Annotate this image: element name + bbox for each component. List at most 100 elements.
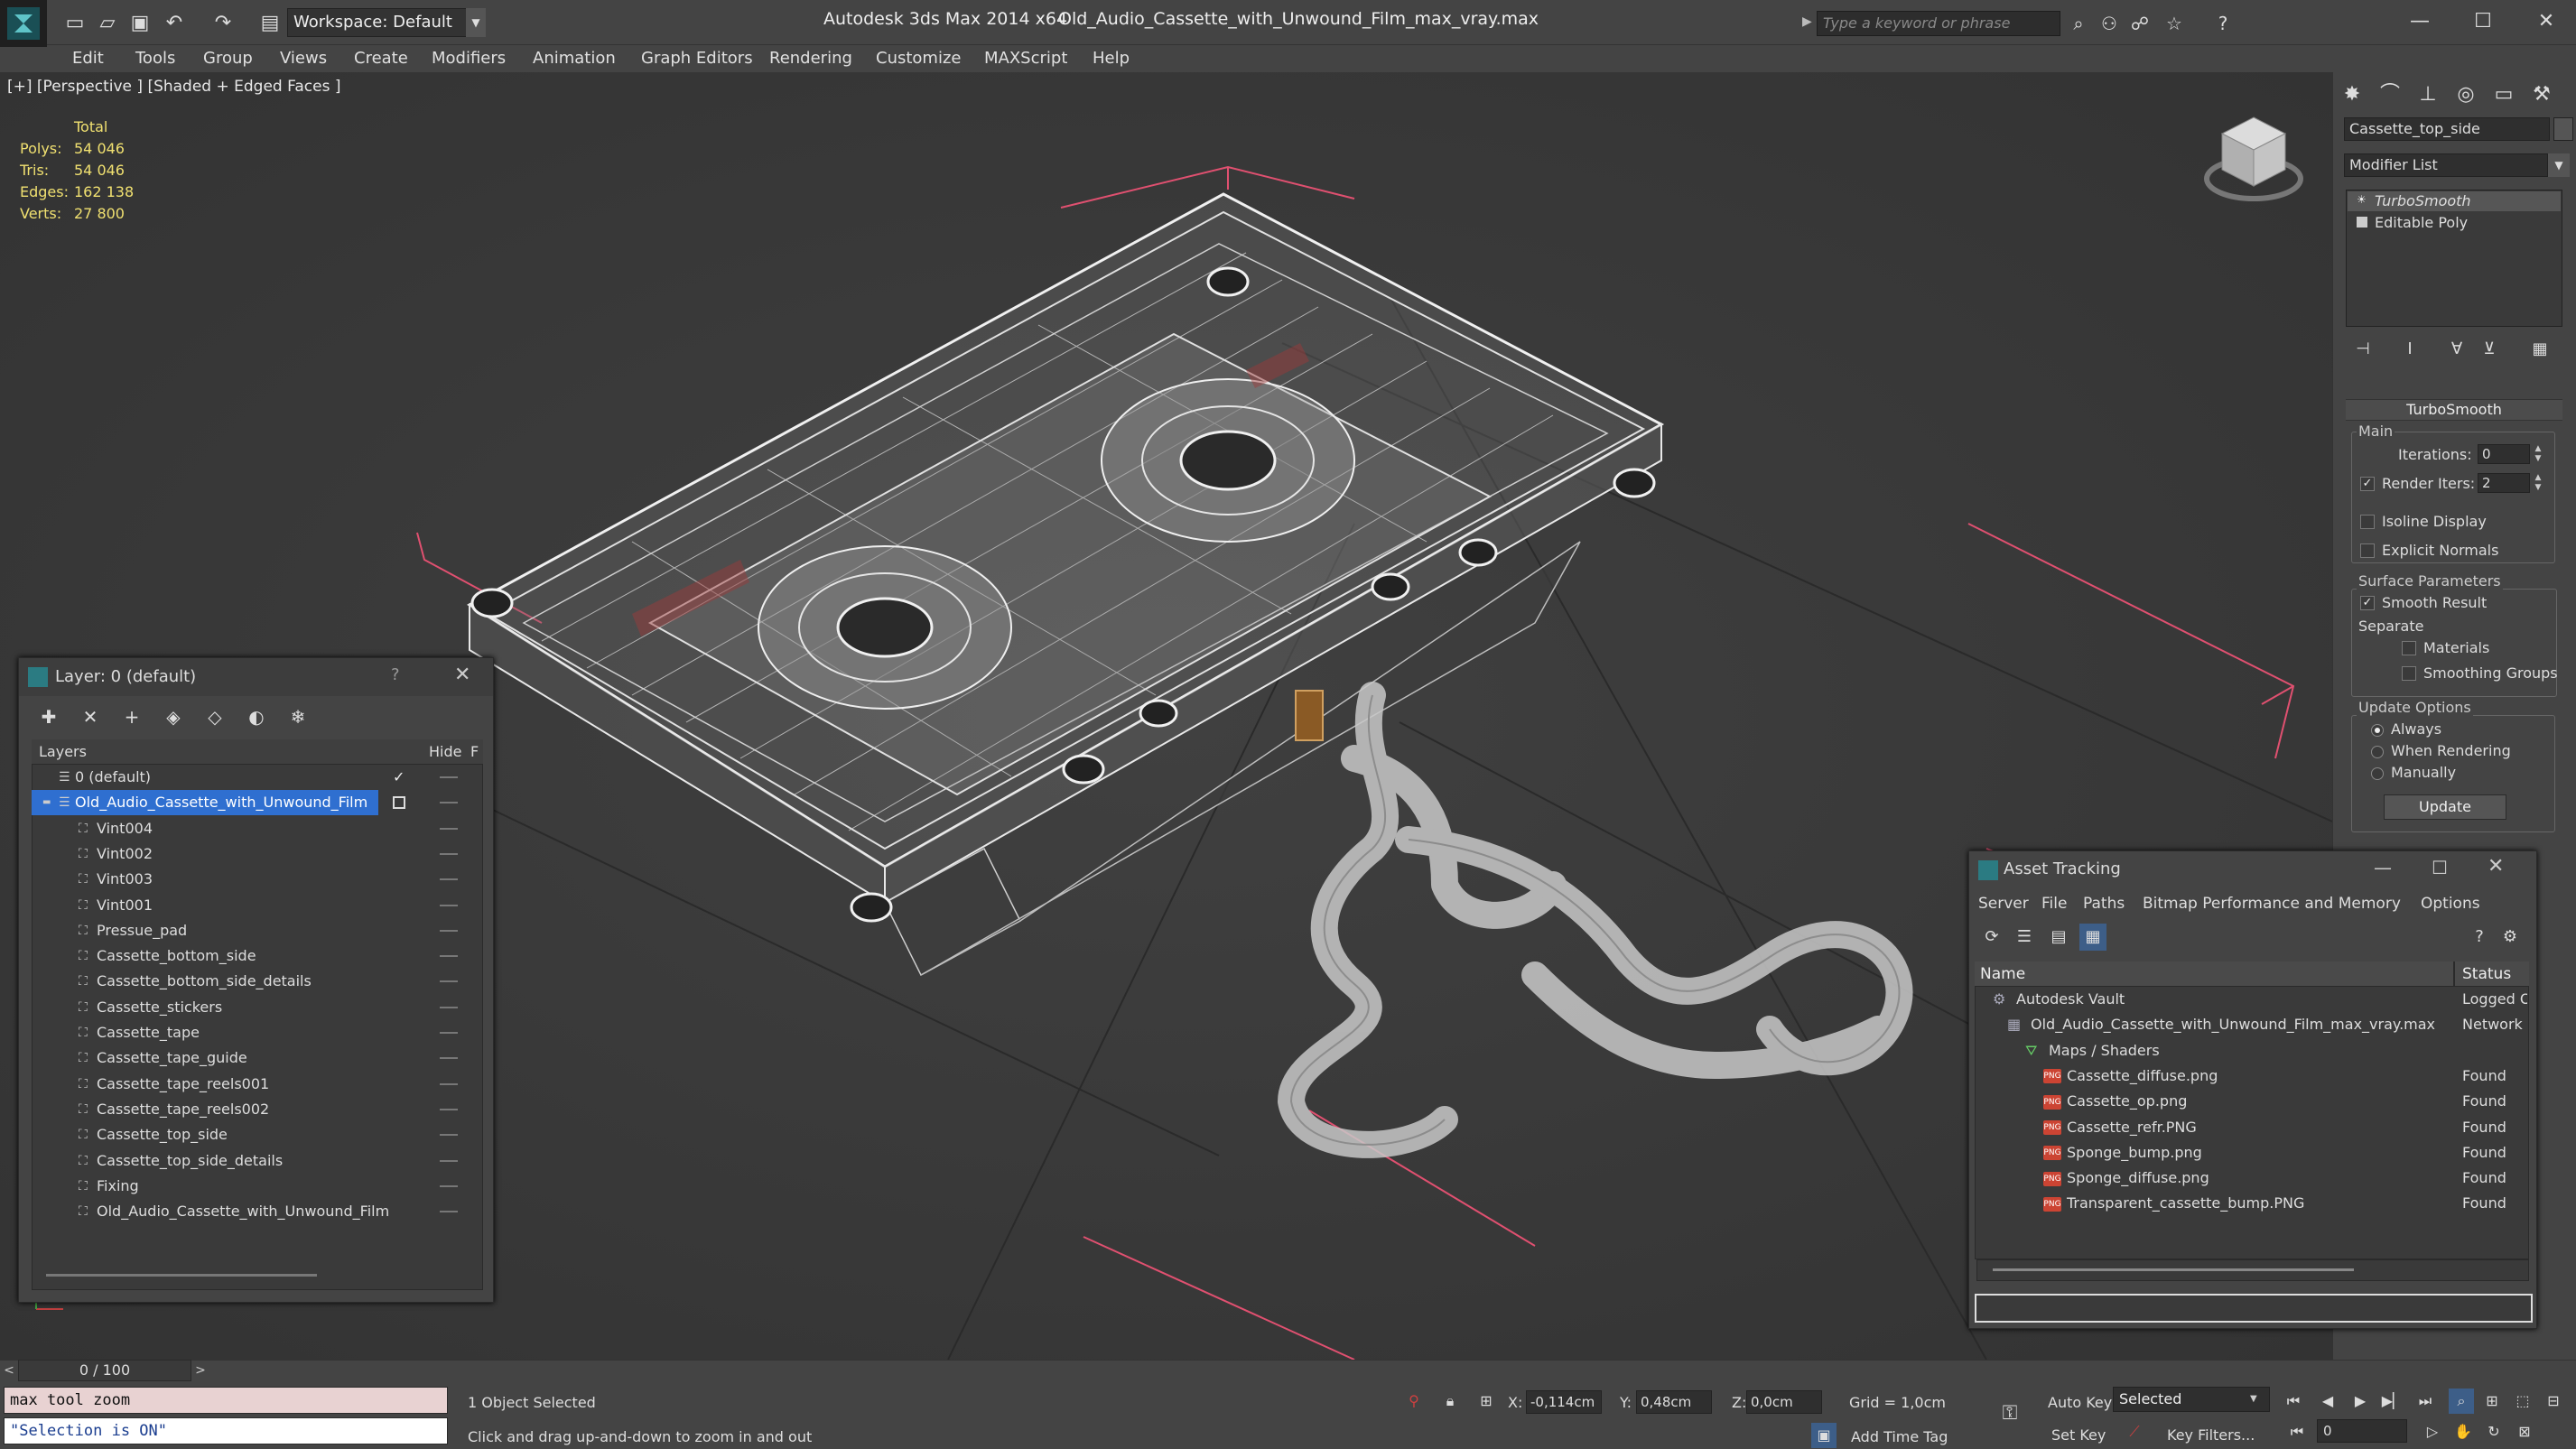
- asset-row[interactable]: ⚙ Autodesk Vault Logged O: [1975, 987, 2529, 1012]
- iterations-spinner[interactable]: 0: [2478, 444, 2530, 464]
- smoothing-groups-checkbox[interactable]: [2402, 666, 2416, 681]
- refresh-icon[interactable]: ⟳: [1978, 924, 2005, 951]
- key-set-dropdown[interactable]: Selected: [2113, 1387, 2270, 1412]
- chevron-down-icon[interactable]: ▼: [2548, 153, 2570, 177]
- horizontal-scrollbar[interactable]: [46, 1274, 317, 1277]
- layer-row[interactable]: ☰ ▬ Old_Audio_Cassette_with_Unwound_Film: [32, 790, 458, 816]
- details-view-icon[interactable]: ▤: [2045, 924, 2072, 951]
- redo-icon[interactable]: ↷: [208, 7, 238, 38]
- menu-views[interactable]: Views: [280, 45, 327, 72]
- asset-row[interactable]: PNG Sponge_diffuse.png Found: [1975, 1166, 2529, 1191]
- highlight-selected-icon[interactable]: ◇: [200, 703, 230, 730]
- column-hide[interactable]: Hide: [429, 743, 461, 760]
- select-objects-icon[interactable]: ◈: [158, 703, 189, 730]
- workspace-dropdown[interactable]: Workspace: Default: [287, 8, 486, 37]
- asset-row[interactable]: ⛛ Maps / Shaders: [1975, 1038, 2529, 1064]
- freeze-all-layers-icon[interactable]: ❄: [283, 703, 313, 730]
- hide-toggle[interactable]: [440, 1211, 458, 1213]
- key-mode-toggle-icon[interactable]: ⏮: [2284, 1419, 2310, 1444]
- layer-row[interactable]: ⛶ Vint002: [32, 841, 483, 867]
- search-expand-icon[interactable]: ▶: [1802, 14, 1812, 29]
- settings-icon[interactable]: ⚙: [2497, 924, 2524, 951]
- list-view-icon[interactable]: ☰: [2011, 924, 2038, 951]
- update-button[interactable]: Update: [2384, 794, 2506, 820]
- when-rendering-radio[interactable]: [2371, 746, 2384, 758]
- key-mode-icon[interactable]: ⟋: [2122, 1419, 2147, 1444]
- open-file-icon[interactable]: ▱: [92, 7, 123, 38]
- isoline-display-checkbox[interactable]: [2360, 515, 2375, 529]
- communication-icon[interactable]: ☍: [2127, 11, 2153, 36]
- create-tab-icon[interactable]: ✸: [2337, 79, 2367, 110]
- zoom-icon[interactable]: ⌕: [2449, 1389, 2474, 1414]
- pin-stack-icon[interactable]: ⊣: [2351, 338, 2375, 361]
- close-icon[interactable]: ✕: [2488, 855, 2504, 878]
- viewport-label[interactable]: [+] [Perspective ] [Shaded + Edged Faces…: [7, 78, 340, 96]
- orbit-icon[interactable]: ↻: [2481, 1419, 2506, 1444]
- active-layer-check-icon[interactable]: ✓: [393, 765, 405, 790]
- new-file-icon[interactable]: ▭: [60, 7, 90, 38]
- zoom-extents-all-icon[interactable]: ⊟: [2541, 1389, 2566, 1414]
- menu-group[interactable]: Group: [203, 45, 253, 72]
- y-coordinate-field[interactable]: 0,48cm: [1636, 1390, 1712, 1414]
- menu-rendering[interactable]: Rendering: [769, 45, 852, 72]
- layer-row[interactable]: ⛶ Cassette_tape: [32, 1020, 483, 1045]
- display-tab-icon[interactable]: ▭: [2488, 79, 2519, 110]
- hide-toggle[interactable]: [440, 904, 458, 906]
- utilities-tab-icon[interactable]: ⚒: [2526, 79, 2557, 110]
- subscription-icon[interactable]: ⚇: [2097, 11, 2122, 36]
- layer-row[interactable]: ⛶ Cassette_tape_reels002: [32, 1097, 483, 1122]
- zoom-extents-icon[interactable]: ⬚: [2510, 1389, 2535, 1414]
- render-iters-checkbox[interactable]: ✓: [2360, 477, 2375, 491]
- maximize-window-icon[interactable]: ☐: [2456, 4, 2510, 40]
- asset-row[interactable]: PNG Transparent_cassette_bump.PNG Found: [1975, 1191, 2529, 1216]
- asset-menu-bitmap[interactable]: Bitmap Performance and Memory: [2143, 895, 2401, 913]
- hide-toggle[interactable]: [440, 1159, 458, 1162]
- field-of-view-icon[interactable]: ▷: [2420, 1419, 2445, 1444]
- layer-row[interactable]: ⛶ Cassette_top_side: [32, 1122, 483, 1147]
- hide-toggle[interactable]: [440, 827, 458, 830]
- layer-row[interactable]: ⛶ Cassette_top_side_details: [32, 1148, 483, 1174]
- layer-row[interactable]: ☰ 0 (default) ✓: [32, 765, 483, 790]
- maxscript-listener-input[interactable]: max tool zoom: [4, 1387, 448, 1414]
- viewcube[interactable]: [2199, 108, 2308, 211]
- layer-row[interactable]: ⛶ Vint004: [32, 816, 483, 841]
- previous-frame-icon[interactable]: ◀: [2315, 1389, 2340, 1414]
- auto-key-button[interactable]: Auto Key: [2048, 1394, 2112, 1411]
- go-to-end-icon[interactable]: ⏭: [2413, 1389, 2438, 1414]
- menu-animation[interactable]: Animation: [533, 45, 616, 72]
- save-file-icon[interactable]: ▣: [125, 7, 155, 38]
- hide-toggle[interactable]: [440, 802, 458, 804]
- create-layer-icon[interactable]: ✚: [33, 703, 64, 730]
- scrollbar-thumb[interactable]: [1993, 1268, 2354, 1271]
- set-key-button[interactable]: Set Key: [2051, 1426, 2106, 1444]
- layer-window-help[interactable]: ?: [391, 665, 400, 684]
- asset-row[interactable]: PNG Sponge_bump.png Found: [1975, 1140, 2529, 1166]
- column-status[interactable]: Status: [2462, 961, 2511, 987]
- key-icon[interactable]: ⚿: [1997, 1401, 2023, 1426]
- explicit-normals-checkbox[interactable]: [2360, 543, 2375, 558]
- app-menu-button[interactable]: [0, 0, 47, 47]
- asset-path-field[interactable]: [1975, 1294, 2533, 1323]
- selection-lock-icon[interactable]: 🔒︎: [1437, 1389, 1463, 1414]
- layer-row[interactable]: ⛶ Cassette_bottom_side_details: [32, 969, 483, 994]
- z-coordinate-field[interactable]: 0,0cm: [1746, 1390, 1822, 1414]
- next-frame-icon[interactable]: ▶▏: [2380, 1389, 2405, 1414]
- hide-toggle[interactable]: [440, 878, 458, 881]
- absolute-transform-icon[interactable]: ⊞: [1474, 1389, 1499, 1414]
- object-name-field[interactable]: Cassette_top_side: [2344, 117, 2550, 141]
- turbosmooth-rollout-title[interactable]: TurboSmooth: [2346, 399, 2562, 421]
- layer-row[interactable]: ⛶ Fixing: [32, 1174, 483, 1199]
- layer-row[interactable]: ⛶ Vint003: [32, 867, 483, 892]
- time-tag-icon[interactable]: ▣: [1811, 1423, 1837, 1448]
- spinner-arrows-icon[interactable]: ▲ ▼: [2532, 473, 2544, 493]
- x-coordinate-field[interactable]: -0,114cm: [1526, 1390, 1602, 1414]
- layer-window-title[interactable]: Layer: 0 (default): [19, 658, 493, 696]
- layer-row[interactable]: ⛶ Old_Audio_Cassette_with_Unwound_Film: [32, 1199, 483, 1224]
- delete-layer-icon[interactable]: ✕: [75, 703, 106, 730]
- hide-toggle[interactable]: [440, 980, 458, 983]
- hide-toggle[interactable]: [440, 852, 458, 855]
- object-color-swatch[interactable]: [2553, 117, 2573, 141]
- close-icon[interactable]: ✕: [454, 664, 470, 686]
- help-icon[interactable]: ?: [2210, 11, 2236, 36]
- smooth-result-checkbox[interactable]: ✓: [2360, 596, 2375, 610]
